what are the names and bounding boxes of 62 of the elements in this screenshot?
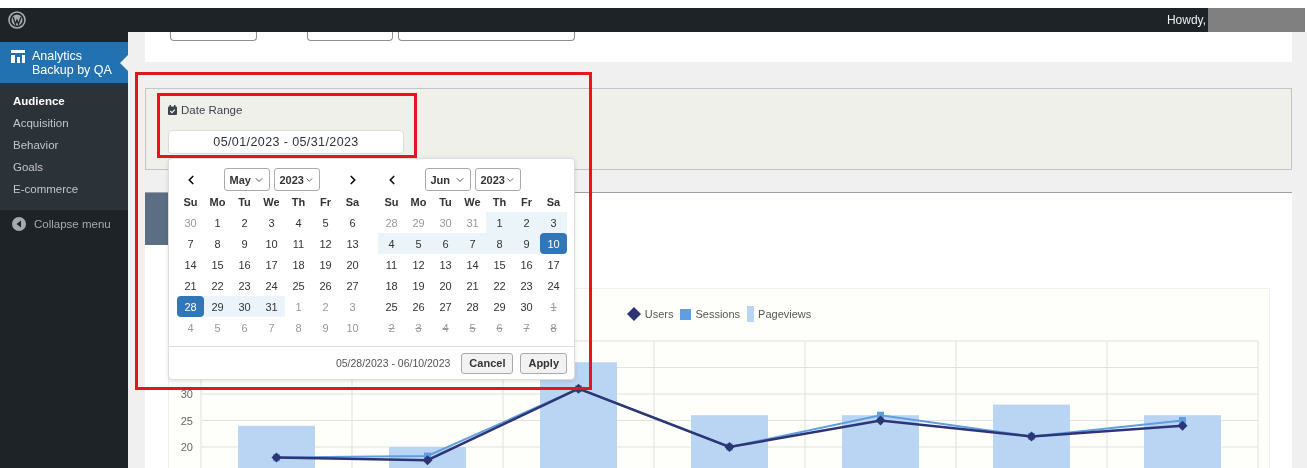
- logo-icon[interactable]: [8, 11, 26, 29]
- select-field[interactable]: [307, 32, 393, 41]
- submenu-link[interactable]: Behavior: [13, 139, 59, 151]
- selected-range-text: 05/28/2023 - 06/10/2023: [335, 357, 451, 369]
- calendar-day[interactable]: 29: [204, 296, 231, 317]
- month-select[interactable]: Jun: [424, 168, 471, 191]
- submenu-link[interactable]: Acquisition: [13, 117, 69, 129]
- weekday-label: Th: [491, 194, 508, 210]
- select-field[interactable]: [398, 32, 575, 41]
- weekday-label: Sa: [344, 194, 361, 210]
- calendar-day[interactable]: 6: [432, 233, 459, 254]
- year-select[interactable]: 2023: [474, 168, 521, 191]
- calendar-day[interactable]: 31: [258, 296, 285, 317]
- submenu-link[interactable]: Goals: [13, 161, 44, 173]
- weekday-label: Fr: [520, 194, 533, 210]
- chart-icon: [11, 50, 25, 63]
- submenu-link[interactable]: Audience: [13, 95, 65, 107]
- axis-tick-label: 20: [180, 441, 193, 453]
- calendar-day[interactable]: 3: [540, 212, 567, 233]
- calendar-icon: [168, 105, 177, 115]
- legend-label: Sessions: [695, 308, 741, 320]
- dialog-button[interactable]: Cancel: [461, 352, 514, 374]
- weekday-label: Th: [290, 194, 307, 210]
- calendar-day[interactable]: 2: [513, 212, 540, 233]
- date-range-field[interactable]: 05/01/2023 - 05/31/2023: [168, 130, 404, 154]
- collapse-icon[interactable]: [12, 217, 26, 231]
- weekday-label: Fr: [319, 194, 332, 210]
- calendar-day[interactable]: 28: [177, 296, 204, 317]
- calendar-day[interactable]: 1: [486, 212, 513, 233]
- calendar-day[interactable]: 4: [378, 233, 405, 254]
- plugin-menu-item[interactable]: Analytics Backup by QA: [0, 42, 128, 83]
- calendar-day[interactable]: 5: [405, 233, 432, 254]
- axis-tick-label: 30: [180, 388, 193, 400]
- weekday-label: Mo: [409, 194, 428, 210]
- calendar-day[interactable]: 7: [459, 233, 486, 254]
- weekday-label: Sa: [545, 194, 562, 210]
- weekday-label: Su: [182, 194, 199, 210]
- greeting-text: Howdy,: [1166, 13, 1206, 27]
- square-icon: [680, 308, 692, 320]
- weekday-label: Mo: [208, 194, 227, 210]
- year-select[interactable]: 2023: [273, 168, 320, 191]
- calendar-day[interactable]: 8: [486, 233, 513, 254]
- month-select[interactable]: May: [223, 168, 270, 191]
- tab-block: [145, 193, 168, 245]
- weekday-label: We: [463, 194, 482, 210]
- bar-swatch-icon: [747, 306, 755, 322]
- legend-label: Users: [644, 308, 674, 320]
- axis-tick-label: 25: [180, 414, 193, 427]
- submenu-link[interactable]: E-commerce: [13, 183, 79, 195]
- weekday-label: Tu: [438, 194, 453, 210]
- diamond-icon: [626, 307, 641, 321]
- dialog-button[interactable]: Apply: [520, 352, 567, 374]
- weekday-label: We: [262, 194, 281, 210]
- weekday-label: Su: [383, 194, 400, 210]
- calendar-day[interactable]: 30: [231, 296, 258, 317]
- select-field[interactable]: [170, 32, 257, 41]
- calendar-day[interactable]: 10: [540, 233, 567, 254]
- field-label: Date Range: [181, 104, 243, 116]
- legend-label: Pageviews: [758, 308, 812, 320]
- collapse-menu-link[interactable]: Collapse menu: [34, 218, 111, 230]
- weekday-label: Tu: [237, 194, 252, 210]
- calendar-day[interactable]: 9: [513, 233, 540, 254]
